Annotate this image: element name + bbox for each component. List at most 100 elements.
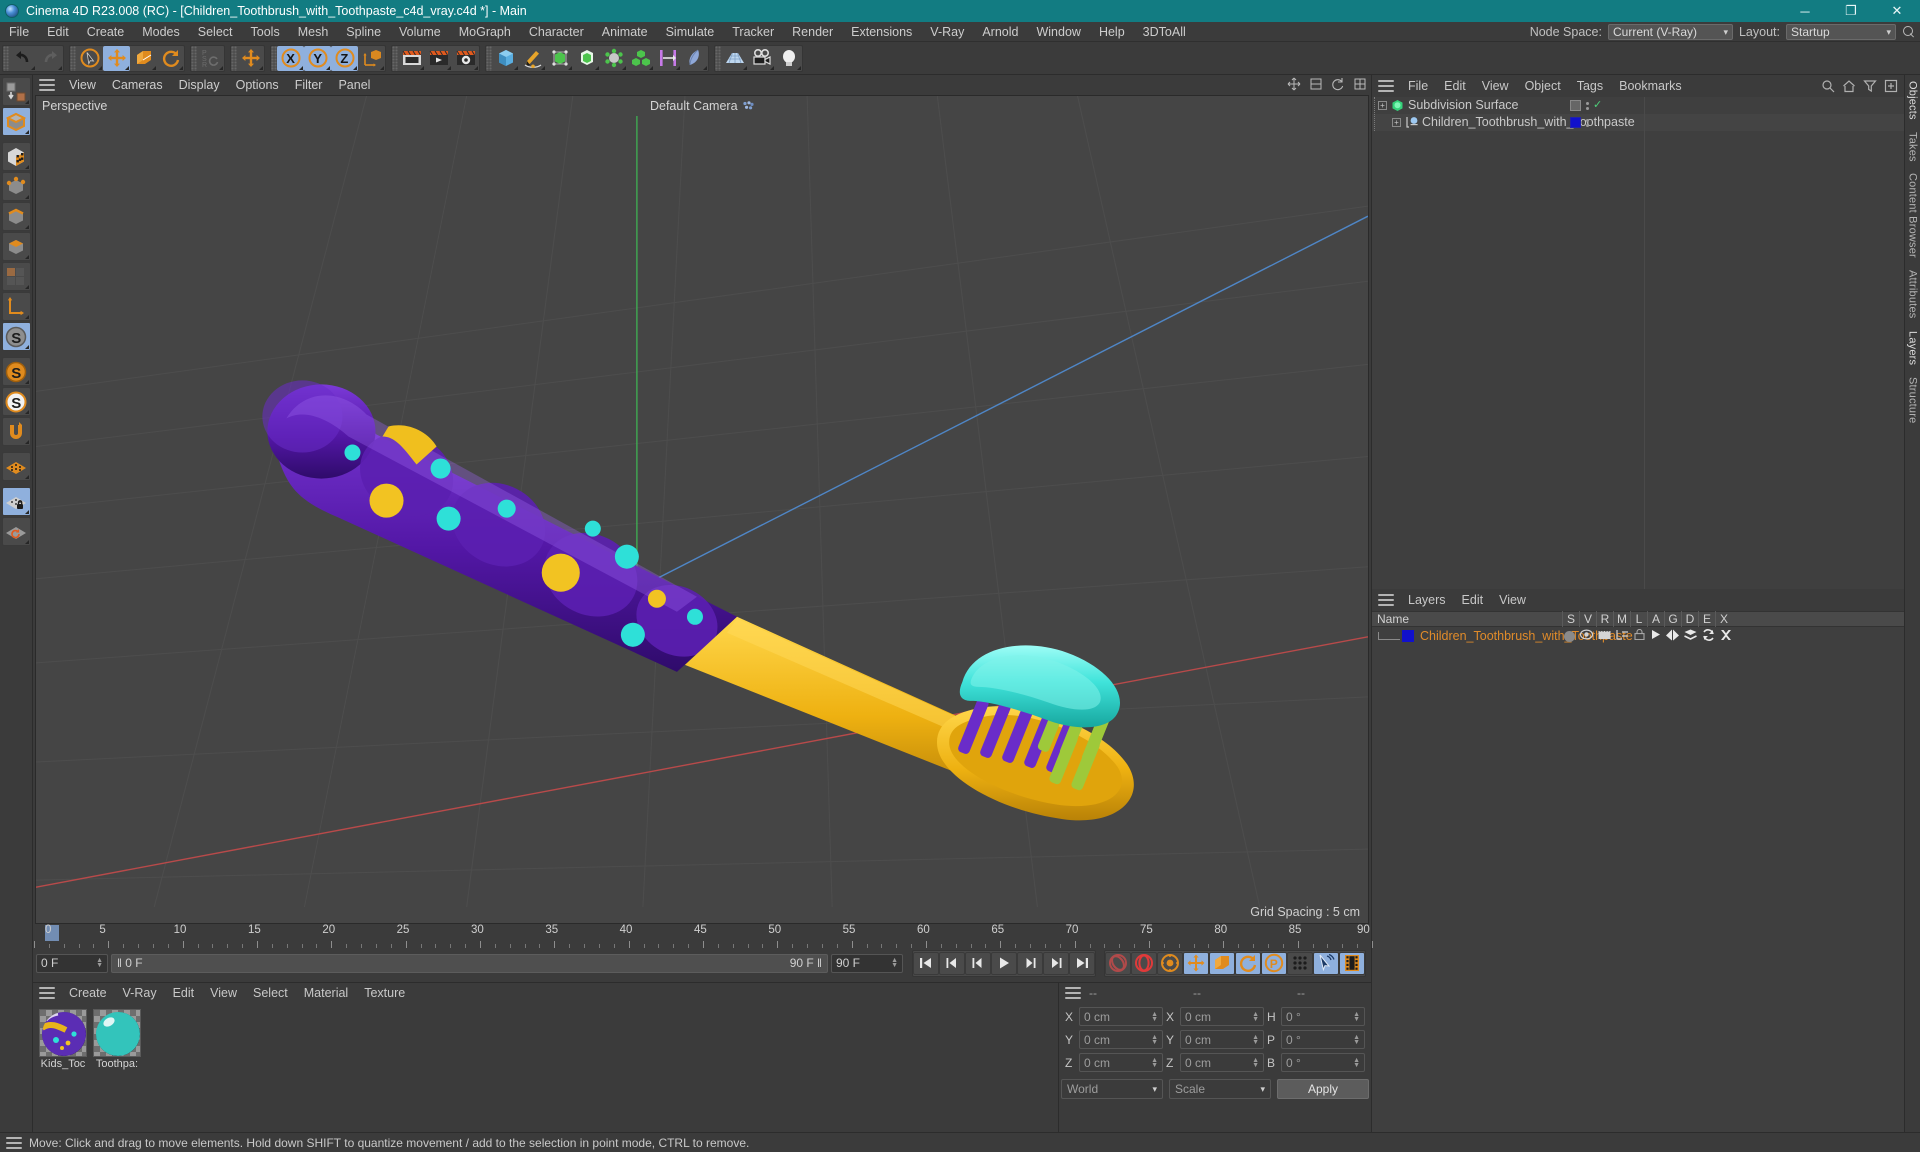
lock-z-axis-button[interactable]: Z (331, 45, 358, 71)
redo-button[interactable] (36, 46, 63, 71)
menu-item-v-ray[interactable]: V-Ray (921, 22, 973, 42)
filter-icon[interactable] (1863, 79, 1877, 96)
scale-key-button[interactable] (1209, 951, 1235, 975)
layer-lock-toggle[interactable] (1634, 628, 1645, 643)
vertical-tab-layers[interactable]: Layers (1907, 325, 1919, 371)
point-mode-button[interactable] (1, 172, 31, 201)
layer-column-a[interactable]: A (1647, 611, 1664, 627)
menu-item-window[interactable]: Window (1027, 22, 1089, 42)
menu-item-tools[interactable]: Tools (242, 22, 289, 42)
material-menu-edit[interactable]: Edit (165, 983, 203, 1003)
menu-item-spline[interactable]: Spline (337, 22, 390, 42)
layer-column-d[interactable]: D (1681, 611, 1698, 627)
coordinate-system-dropdown[interactable]: World ▾ (1061, 1079, 1163, 1099)
layer-menu-layers[interactable]: Layers (1400, 589, 1454, 611)
model-mode-button[interactable] (1, 107, 31, 136)
menu-item-tracker[interactable]: Tracker (723, 22, 783, 42)
enable-axis-button[interactable]: S (1, 322, 31, 351)
menu-item-3dtoall[interactable]: 3DToAll (1134, 22, 1195, 42)
add-camera-button[interactable] (748, 46, 775, 71)
spinner-icon[interactable]: ▲ ▼ (1252, 1034, 1259, 1046)
layer-menu-view[interactable]: View (1491, 589, 1534, 611)
menu-item-edit[interactable]: Edit (38, 22, 78, 42)
add-cube-button[interactable] (492, 46, 519, 71)
undo-button[interactable] (9, 46, 36, 71)
polygon-mode-button[interactable] (1, 232, 31, 261)
menu-item-help[interactable]: Help (1090, 22, 1134, 42)
layer-expression-toggle[interactable] (1702, 628, 1715, 644)
psr-toggle[interactable]: PSR (197, 46, 224, 71)
camera-dots-icon[interactable] (743, 100, 754, 114)
menu-item-select[interactable]: Select (189, 22, 242, 42)
menu-item-mograph[interactable]: MoGraph (450, 22, 520, 42)
world-object-coord-button[interactable] (358, 46, 385, 71)
go-to-start-button[interactable] (913, 951, 939, 975)
make-editable-button[interactable] (1, 77, 31, 106)
spinner-icon[interactable]: ▲ ▼ (1353, 1011, 1360, 1023)
snap-magnet-button[interactable] (1, 417, 31, 446)
spinner-icon[interactable]: ▲ ▼ (1353, 1034, 1360, 1046)
material-list[interactable]: Kids_Toc Toothpa: (33, 1003, 1058, 1132)
step-back-button[interactable] (965, 951, 991, 975)
spinner-icon[interactable]: ▲ ▼ (1252, 1011, 1259, 1023)
layer-rows[interactable]: Children_Toothbrush_with_Toothpaste (1372, 627, 1904, 1132)
material-tag-icon[interactable] (1570, 117, 1581, 128)
tag-dots-icon[interactable] (1585, 101, 1589, 110)
render-view-button[interactable] (398, 46, 425, 71)
selection-filter-button[interactable]: S (1, 357, 31, 386)
object-menu-file[interactable]: File (1400, 75, 1436, 97)
frame-range-button[interactable] (1339, 951, 1365, 975)
layer-column-m[interactable]: M (1613, 611, 1630, 627)
object-menu-tags[interactable]: Tags (1569, 75, 1611, 97)
expand-toggle-icon[interactable]: + (1392, 118, 1401, 127)
frame-range-bar[interactable]: ‖ 0 F 90 F ‖ (111, 953, 828, 973)
material-menu-texture[interactable]: Texture (356, 983, 413, 1003)
search-icon[interactable] (1821, 79, 1835, 96)
viewport-menu-cameras[interactable]: Cameras (104, 75, 171, 95)
keyframe-selection-button[interactable] (1157, 951, 1183, 975)
status-hamburger-icon[interactable] (6, 1136, 22, 1149)
layer-column-v[interactable]: V (1579, 611, 1596, 627)
rotation-key-button[interactable] (1235, 951, 1261, 975)
add-deformer-button[interactable] (600, 46, 627, 71)
vertical-tab-content-browser[interactable]: Content Browser (1907, 167, 1919, 264)
node-space-dropdown[interactable]: Current (V-Ray) ▾ (1607, 24, 1733, 40)
layer-manager-hamburger-icon[interactable] (1378, 594, 1394, 606)
layer-xref-toggle[interactable] (1720, 629, 1732, 644)
go-to-next-key-button[interactable] (1043, 951, 1069, 975)
viewport-rotate-icon[interactable] (1331, 77, 1345, 91)
layer-column-e[interactable]: E (1698, 611, 1715, 627)
viewport-menu-display[interactable]: Display (171, 75, 228, 95)
add-subdivision-surface-button[interactable] (573, 46, 600, 71)
add-scene-button[interactable] (654, 46, 681, 71)
lock-x-axis-button[interactable]: X (277, 45, 304, 71)
object-menu-bookmarks[interactable]: Bookmarks (1611, 75, 1690, 97)
object-row[interactable]: + Subdivision Surface ✓ (1372, 97, 1904, 114)
uv-mode-button[interactable] (1, 262, 31, 291)
spinner-icon[interactable]: ▲ ▼ (1151, 1034, 1158, 1046)
spinner-icon[interactable]: ▲ ▼ (96, 957, 103, 969)
object-menu-object[interactable]: Object (1517, 75, 1569, 97)
workplane-button[interactable] (1, 452, 31, 481)
material-menu-view[interactable]: View (202, 983, 245, 1003)
viewport-maximize-icon[interactable] (1353, 77, 1367, 91)
planar-workplane-button[interactable] (1, 517, 31, 546)
coordinate-menu-hamburger-icon[interactable] (1065, 987, 1081, 999)
spinner-icon[interactable]: ▲ ▼ (1353, 1057, 1360, 1069)
viewport-menu-view[interactable]: View (61, 75, 104, 95)
coordinate-field-rotation-p[interactable]: 0 ° ▲ ▼ (1281, 1030, 1365, 1049)
material-menu-material[interactable]: Material (296, 983, 356, 1003)
object-tree[interactable]: + Subdivision Surface ✓ + Children_Toothbrus… (1372, 97, 1904, 589)
layout-dropdown[interactable]: Startup ▾ (1786, 24, 1896, 40)
close-button[interactable]: ✕ (1874, 0, 1920, 22)
position-key-button[interactable] (1183, 951, 1209, 975)
coordinate-field-position-z[interactable]: 0 cm ▲ ▼ (1079, 1053, 1163, 1072)
material-menu-hamburger-icon[interactable] (39, 987, 55, 999)
material-menu-v-ray[interactable]: V-Ray (115, 983, 165, 1003)
minimize-button[interactable]: ─ (1782, 0, 1828, 22)
material-menu-create[interactable]: Create (61, 983, 115, 1003)
axis-mode-button[interactable] (1, 292, 31, 321)
menu-item-volume[interactable]: Volume (390, 22, 450, 42)
search-icon[interactable] (1902, 25, 1916, 39)
lock-workplane-button[interactable] (1, 487, 31, 516)
